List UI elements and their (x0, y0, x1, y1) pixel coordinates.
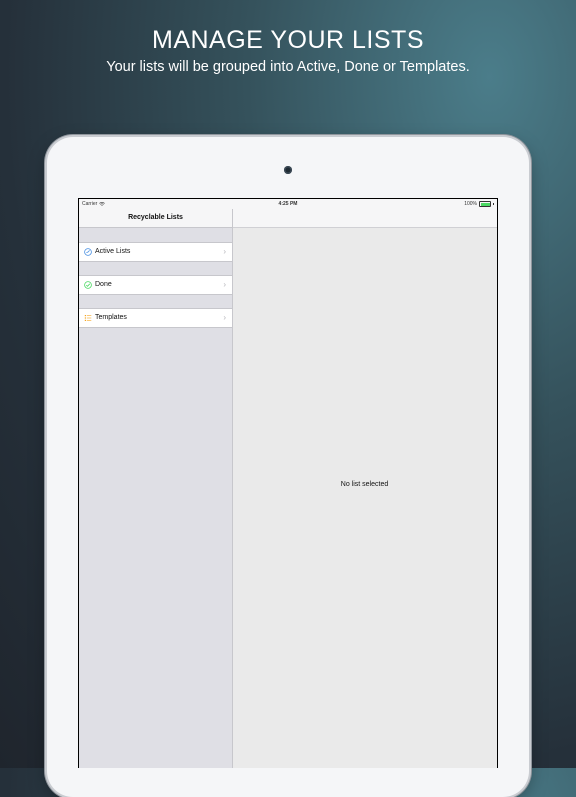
sidebar-item-label: Done (95, 281, 112, 288)
active-lists-icon (84, 248, 92, 256)
chevron-right-icon: › (223, 280, 226, 289)
empty-state-message: No list selected (340, 481, 389, 488)
sidebar-item-active-lists[interactable]: Active Lists › (79, 242, 232, 262)
sidebar-item-label: Active Lists (95, 248, 131, 255)
camera-icon (284, 166, 292, 174)
promo-headline: MANAGE YOUR LISTS (152, 26, 424, 54)
sidebar-navigation-bar: Recyclable Lists (79, 209, 232, 228)
battery-tip (493, 203, 494, 205)
chevron-right-icon: › (223, 247, 226, 256)
status-time: 4:25 PM (278, 201, 298, 207)
status-bar: Carrier 4:25 PM 100% (79, 199, 497, 209)
promo-subline: Your lists will be grouped into Active, … (106, 59, 470, 75)
sidebar-item-templates[interactable]: Templates › (79, 308, 232, 328)
chevron-right-icon: › (223, 313, 226, 322)
checkmark-circle-icon (84, 281, 92, 289)
template-list-icon (84, 315, 92, 321)
page-title: Recyclable Lists (128, 214, 183, 221)
app-window: Recyclable Lists Active Lists › Done › T… (79, 199, 497, 768)
sidebar-item-label: Templates (95, 314, 127, 321)
sidebar-item-done[interactable]: Done › (79, 275, 232, 295)
battery-icon (479, 201, 491, 207)
battery-percentage: 100% (464, 201, 477, 207)
tablet-screen: Recyclable Lists Active Lists › Done › T… (78, 198, 498, 768)
sidebar: Recyclable Lists Active Lists › Done › T… (79, 199, 233, 768)
detail-navigation-bar (232, 209, 497, 228)
